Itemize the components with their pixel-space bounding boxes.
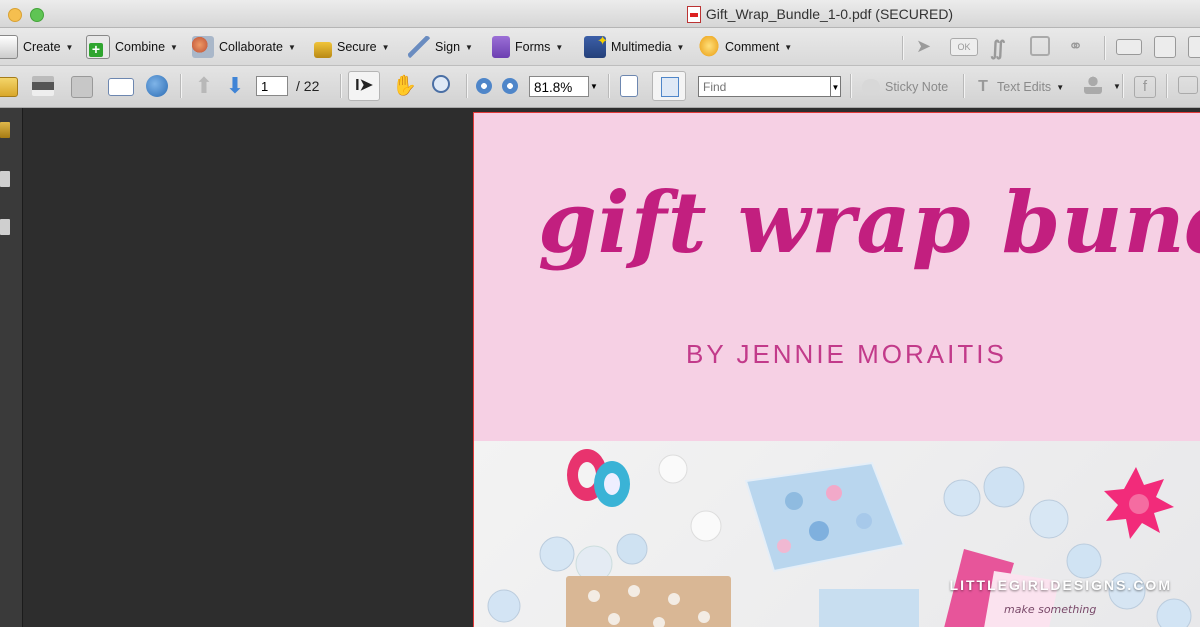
attach-file-icon[interactable]: f [1134,76,1156,98]
zoom-in-icon[interactable] [502,78,518,94]
fit-page-button[interactable] [652,71,686,101]
comment-label: Comment [725,40,780,54]
sign-label: Sign [435,40,461,54]
print-icon[interactable] [32,76,54,96]
chevron-down-icon: ▼ [1056,82,1065,92]
pdf-file-icon [686,5,701,23]
page-number-input[interactable]: 1 [256,76,288,96]
text-edit-icon: T [978,78,988,95]
find-dropdown-icon[interactable]: ▼ [831,76,841,97]
open-folder-icon[interactable] [0,77,18,97]
signature-icon[interactable]: ∬ [990,36,1012,60]
toolbar-separator [1166,74,1168,98]
globe-upload-icon[interactable] [146,75,168,97]
ok-button[interactable]: OK [950,38,978,56]
email-icon[interactable] [108,78,134,96]
forms-menu-button[interactable]: Forms ▼ [492,32,563,62]
toolbar-separator [340,74,342,98]
secure-label: Secure [337,40,377,54]
page-total: / 22 [296,78,320,94]
multimedia-label: Multimedia [611,40,672,54]
collaborate-menu-button[interactable]: Collaborate ▼ [192,32,296,62]
combine-files-icon: + [86,35,110,59]
chevron-down-icon: ▼ [381,42,390,52]
create-label: Create [23,40,61,54]
zoom-level-input[interactable]: 81.8% [529,76,589,97]
marquee-zoom-icon[interactable] [432,75,450,93]
stamp-icon[interactable] [1084,76,1102,94]
create-menu-button[interactable]: Create ▼ [0,32,73,62]
select-text-tool-icon[interactable]: I➤ [348,71,380,101]
navigation-pane [0,108,23,627]
sticky-note-label: Sticky Note [885,80,949,94]
text-field-icon[interactable] [1116,39,1142,55]
toolbar-separator [180,74,182,98]
fit-page-icon [661,77,679,97]
gift-wrap-photo-illustration: make something [487,449,1192,627]
comments-panel-icon[interactable] [1178,76,1198,94]
hand-tool-icon[interactable]: ✋ [392,75,417,97]
link-icon[interactable]: ⚭ [1068,36,1090,58]
document-properties-icon[interactable] [1188,36,1200,58]
multimedia-icon: ✦ [584,33,608,58]
sign-menu-button[interactable]: Sign ▼ [408,32,473,62]
text-edits-label: Text Edits [997,80,1052,94]
find-input[interactable] [699,77,832,96]
select-arrow-icon[interactable]: ➤ [916,36,938,58]
document-headline: gift wrap bundle [538,173,1200,272]
common-toolbar: ⬆ ⬇ 1 / 22 I➤ ✋ 81.8% ▼ ▼ Sticky Note T … [0,66,1200,108]
multimedia-menu-button[interactable]: ✦ Multimedia ▼ [584,32,684,62]
forms-icon [492,36,510,58]
chevron-down-icon: ▼ [287,42,296,52]
stamp-dropdown-icon[interactable]: ▼ [1113,82,1121,91]
collaborate-label: Collaborate [219,40,283,54]
chevron-down-icon: ▼ [784,42,793,52]
comment-menu-button[interactable]: Comment ▼ [698,32,792,62]
chevron-down-icon: ▼ [676,42,685,52]
zoom-dropdown-icon[interactable]: ▼ [589,76,599,97]
window-title: Gift_Wrap_Bundle_1-0.pdf (SECURED) [705,6,954,22]
toolbar-separator [608,74,610,98]
forms-label: Forms [515,40,551,54]
sticky-note-button[interactable]: Sticky Note [862,72,948,102]
toolbar-separator [850,74,852,98]
document-byline: BY JENNIE MORAITIS [686,339,1007,369]
crop-icon[interactable] [1030,36,1050,56]
zoom-out-icon[interactable] [476,78,492,94]
title-bar: Gift_Wrap_Bundle_1-0.pdf (SECURED) [0,0,1200,28]
fit-width-icon[interactable] [620,75,638,97]
chevron-down-icon: ▼ [170,42,178,52]
pdf-page: gift wrap bundle BY JENNIE MORAITIS [473,112,1200,627]
chevron-down-icon: ▼ [65,42,74,52]
combine-label: Combine [115,40,166,54]
sticky-note-icon [862,79,880,95]
lock-icon [314,42,332,58]
cover-photo: make something [474,441,1200,627]
attachments-panel-icon[interactable] [0,219,10,235]
secure-menu-button[interactable]: Secure ▼ [314,32,390,62]
chevron-down-icon: ▼ [555,42,564,52]
toolbar-separator [963,74,965,98]
pages-panel-icon[interactable] [0,171,10,187]
toolbar-separator [466,74,468,98]
chevron-down-icon: ▼ [465,42,473,52]
find-field[interactable] [698,76,832,97]
security-lock-icon[interactable] [0,122,10,138]
save-icon[interactable] [71,76,93,98]
arrow-up-icon[interactable]: ⬆ [193,75,215,97]
tasks-toolbar: Create ▼ + Combine ▼ Collaborate ▼ Secure ▼ … [0,28,1200,66]
toolbar-separator [902,36,904,60]
combine-menu-button[interactable]: + Combine ▼ [86,32,178,62]
site-url-watermark: LITTLEGIRLDESIGNS.COM [949,577,1172,593]
collaborate-icon [192,36,214,58]
photo-handwritten-text: make something [1004,603,1096,616]
comment-bubble-icon [698,36,720,58]
arrow-down-icon[interactable]: ⬇ [224,75,246,97]
create-document-icon [0,35,18,59]
pen-icon [408,36,430,58]
page-number-icon[interactable] [1154,36,1176,58]
toolbar-separator [1104,36,1106,60]
toolbar-separator [1122,74,1124,98]
text-edits-button[interactable]: T Text Edits ▼ [974,72,1064,102]
